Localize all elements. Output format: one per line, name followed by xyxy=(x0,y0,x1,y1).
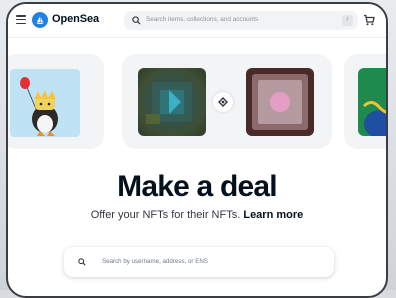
global-search-input[interactable]: Search items, collections, and accounts … xyxy=(124,11,358,30)
swap-icon xyxy=(213,92,233,112)
nft-image-offer xyxy=(138,68,206,136)
background: OpenSea Search items, collections, and a… xyxy=(0,0,396,298)
learn-more-link[interactable]: Learn more xyxy=(243,209,303,221)
nft-image xyxy=(10,69,80,137)
brand-name[interactable]: OpenSea xyxy=(52,13,99,25)
subtitle-text: Offer your NFTs for their NFTs. xyxy=(90,209,241,221)
search-icon xyxy=(132,16,141,25)
browser-viewport: OpenSea Search items, collections, and a… xyxy=(6,2,388,298)
nft-image xyxy=(358,68,386,136)
search-placeholder: Search items, collections, and accounts xyxy=(146,16,259,23)
nft-deals-carousel xyxy=(8,54,386,149)
deal-card[interactable] xyxy=(344,54,386,149)
deal-search-input[interactable]: Search by username, address, or ENS xyxy=(64,247,334,277)
deal-search-placeholder: Search by username, address, or ENS xyxy=(102,258,208,265)
cart-icon[interactable] xyxy=(363,14,375,26)
opensea-logo-icon[interactable] xyxy=(32,12,48,28)
subtitle: Offer your NFTs for their NFTs. Learn mo… xyxy=(8,209,386,221)
deal-card-swap[interactable] xyxy=(122,54,332,149)
nft-image-request xyxy=(246,68,314,136)
page-title: Make a deal xyxy=(117,170,277,203)
deal-card[interactable] xyxy=(8,54,104,149)
search-shortcut-badge: / xyxy=(342,15,353,26)
top-navbar: OpenSea Search items, collections, and a… xyxy=(8,4,386,38)
search-icon xyxy=(78,258,86,266)
hamburger-menu-icon[interactable] xyxy=(16,15,26,25)
